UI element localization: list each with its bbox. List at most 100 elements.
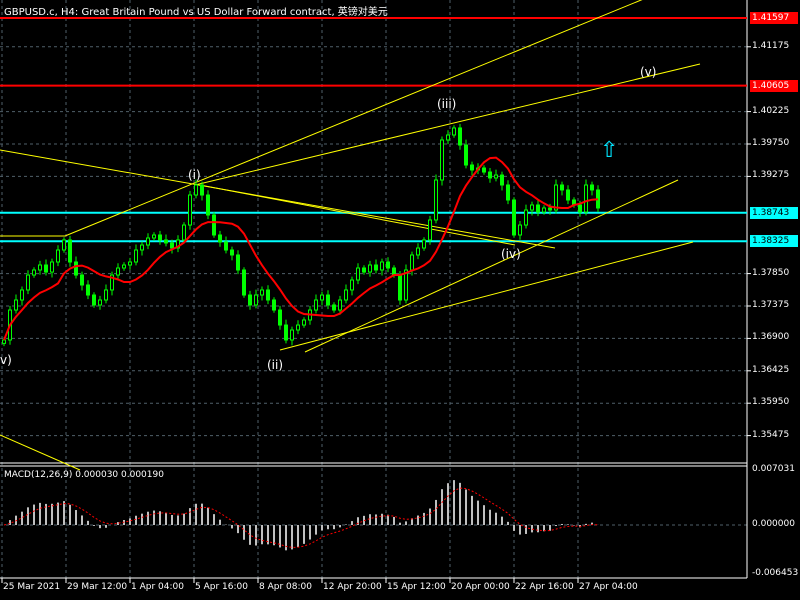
wave-label-i: (i)	[188, 168, 201, 182]
candle-body	[458, 127, 462, 146]
candle-body	[14, 299, 18, 311]
candle-body	[230, 249, 234, 256]
candle-body	[278, 309, 282, 326]
candle-body	[296, 324, 300, 331]
candle-body	[386, 261, 390, 269]
candle-body	[446, 134, 450, 141]
candle-body	[248, 294, 252, 306]
y-tick-label: 1.35475	[752, 429, 790, 440]
candle-body	[452, 127, 456, 136]
candle-body	[164, 239, 168, 244]
candle-body	[512, 199, 516, 236]
x-tick-label: 5 Apr 16:00	[195, 582, 248, 592]
wave-label-v-prev: v)	[0, 353, 12, 367]
candle-body	[566, 189, 570, 201]
candle-body	[554, 184, 558, 211]
candle-body	[266, 289, 270, 301]
candle-body	[128, 261, 132, 266]
price-tag: 1.38325	[750, 235, 798, 248]
y-tick-label: 1.40225	[752, 105, 790, 116]
candle-body	[158, 234, 162, 241]
candle-body	[464, 144, 468, 166]
candle-body	[44, 264, 48, 273]
candle-body	[170, 242, 174, 249]
candle-body	[32, 269, 36, 276]
candle-body	[224, 241, 228, 251]
y-tick-label: 1.37850	[752, 267, 790, 278]
candle-body	[92, 294, 96, 306]
y-tick-label: 1.39750	[752, 137, 790, 148]
candle-body	[518, 224, 522, 236]
candle-body	[68, 239, 72, 263]
y-tick-label: 1.39275	[752, 170, 790, 181]
price-tag: 1.40605	[750, 79, 798, 92]
y-tick-label: 1.41175	[752, 40, 790, 51]
candle-body	[182, 224, 186, 241]
candle-body	[146, 237, 150, 246]
candle-body	[212, 214, 216, 236]
candle-body	[206, 194, 210, 216]
candle-body	[188, 194, 192, 226]
candle-body	[332, 304, 336, 311]
candle-body	[494, 174, 498, 179]
price-tag: 1.41597	[750, 12, 798, 24]
x-tick-label: 12 Apr 20:00	[323, 582, 382, 592]
candle-body	[302, 319, 306, 326]
up-arrow-icon[interactable]: ⇧	[600, 140, 618, 162]
candle-body	[50, 261, 54, 273]
trend-line	[199, 184, 516, 246]
candle-body	[320, 294, 324, 301]
candle-body	[152, 234, 156, 239]
candle-body	[350, 279, 354, 291]
candle-body	[80, 274, 84, 286]
candle-body	[578, 204, 582, 213]
candle-body	[2, 339, 6, 344]
chart-title: GBPUSD.c, H4: Great Britain Pound vs US …	[4, 7, 388, 18]
candle-body	[326, 294, 330, 306]
candle-body	[584, 184, 588, 213]
trend-line	[304, 179, 679, 353]
x-tick-label: 22 Apr 16:00	[515, 582, 574, 592]
candle-body	[62, 239, 66, 251]
candle-body	[284, 324, 288, 341]
candle-body	[488, 171, 492, 179]
candle-body	[218, 234, 222, 243]
candle-body	[422, 239, 426, 249]
x-tick-label: 1 Apr 04:00	[131, 582, 184, 592]
candle-body	[506, 184, 510, 201]
candle-body	[482, 167, 486, 173]
candle-body	[344, 289, 348, 301]
chart-window[interactable]: GBPUSD.c, H4: Great Britain Pound vs US …	[0, 0, 800, 600]
wave-label-iii: (iii)	[437, 97, 457, 111]
x-tick-label: 8 Apr 08:00	[259, 582, 312, 592]
macd-signal-line	[3, 487, 599, 548]
wave-label-iv: (iv)	[501, 247, 521, 261]
candle-body	[200, 184, 204, 196]
candle-body	[20, 289, 24, 301]
trend-line	[279, 241, 694, 351]
candle-body	[338, 299, 342, 311]
candle-body	[548, 207, 552, 211]
candle-body	[524, 209, 528, 226]
macd-axis-label: 0.007031	[752, 464, 795, 474]
candle-body	[290, 329, 294, 341]
candle-body	[440, 139, 444, 181]
macd-label: MACD(12,26,9) 0.000030 0.000190	[4, 470, 164, 480]
candle-body	[542, 207, 546, 213]
candle-body	[122, 264, 126, 269]
candle-body	[272, 299, 276, 311]
x-tick-label: 25 Mar 2021	[3, 582, 61, 592]
trend-line	[0, 434, 81, 471]
wave-label-v: (v)	[640, 65, 657, 79]
chart-canvas[interactable]	[0, 0, 800, 600]
y-tick-label: 1.36425	[752, 364, 790, 375]
candle-body	[362, 267, 366, 273]
candle-body	[260, 289, 264, 296]
candle-body	[500, 174, 504, 186]
candle-body	[236, 254, 240, 271]
candle-body	[404, 269, 408, 301]
trend-line	[194, 63, 701, 186]
candle-body	[374, 264, 378, 271]
y-tick-label: 1.37375	[752, 300, 790, 310]
y-tick-label: 1.35950	[752, 397, 790, 408]
